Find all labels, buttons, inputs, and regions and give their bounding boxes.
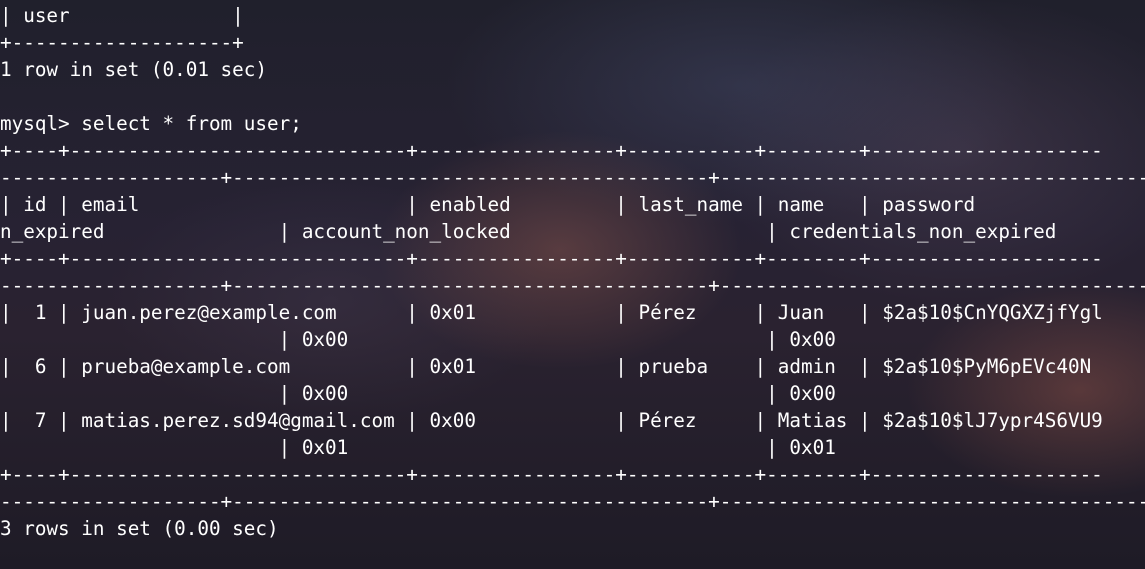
table-header-row-wrapped: n_expired | account_non_locked | credent… [0, 220, 1057, 243]
table-border-line: +----+-----------------------------+----… [0, 247, 1103, 270]
table-border-line: +----+-----------------------------+----… [0, 463, 1103, 486]
table-border-line: | user | [0, 4, 244, 27]
table-header-row: | id | email | enabled | last_name | nam… [0, 193, 976, 216]
table-border-line: +-------------------+ [0, 31, 244, 54]
table-row-wrapped: | 0x00 | 0x00 [0, 328, 836, 351]
table-border-line: -------------------+--------------------… [0, 166, 1145, 189]
table-row: | 6 | prueba@example.com | 0x01 | prueba… [0, 355, 1092, 378]
query-result-status: 1 row in set (0.01 sec) [0, 58, 267, 81]
table-row: | 7 | matias.perez.sd94@gmail.com | 0x00… [0, 409, 1103, 432]
terminal-window[interactable]: | user | +-------------------+ 1 row in … [0, 0, 1145, 569]
table-row: | 1 | juan.perez@example.com | 0x01 | Pé… [0, 301, 1103, 324]
table-border-line: -------------------+--------------------… [0, 274, 1145, 297]
table-row-wrapped: | 0x00 | 0x00 [0, 382, 836, 405]
table-border-line: -------------------+--------------------… [0, 490, 1145, 513]
query-result-status: 3 rows in set (0.00 sec) [0, 517, 279, 540]
table-row-wrapped: | 0x01 | 0x01 [0, 436, 836, 459]
table-border-line: +----+-----------------------------+----… [0, 139, 1103, 162]
mysql-prompt-command: mysql> select * from user; [0, 112, 302, 135]
